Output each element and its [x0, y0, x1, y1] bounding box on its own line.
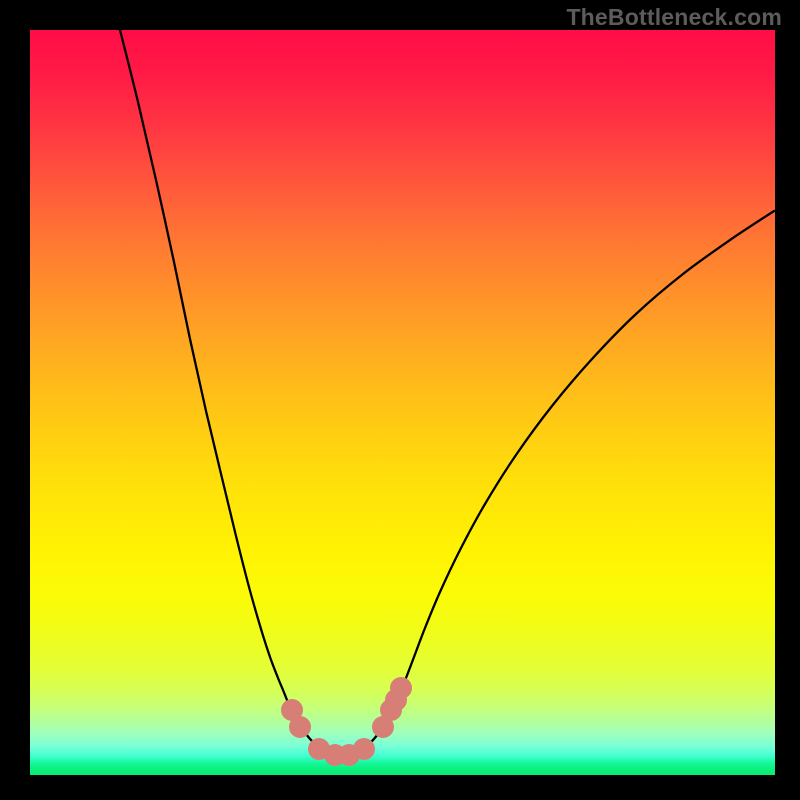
data-marker: [289, 716, 311, 738]
watermark-text: TheBottleneck.com: [566, 4, 782, 31]
bottleneck-curve: [30, 30, 775, 775]
plot-area: [30, 30, 775, 775]
data-marker: [353, 738, 375, 760]
chart-frame: TheBottleneck.com: [0, 0, 800, 800]
data-marker: [390, 677, 412, 699]
